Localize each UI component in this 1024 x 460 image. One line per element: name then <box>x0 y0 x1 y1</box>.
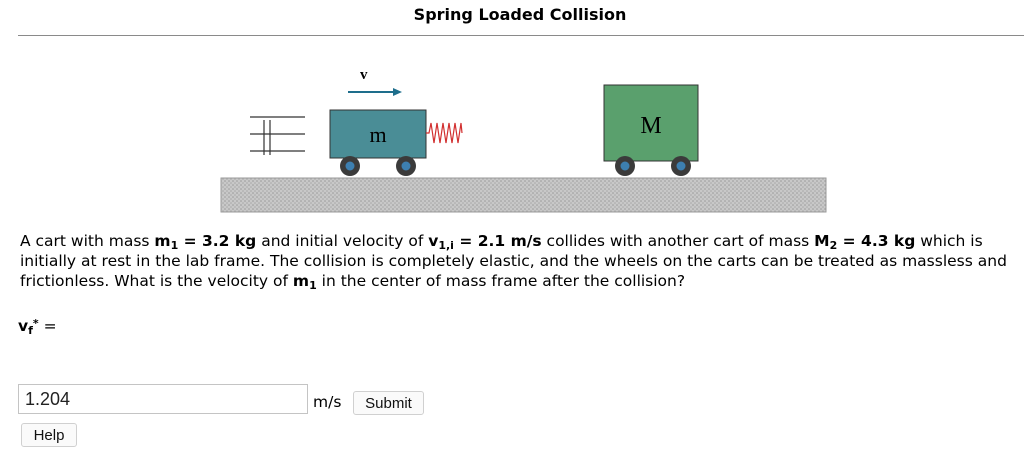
submit-button[interactable]: Submit <box>353 391 424 415</box>
cart-large-wheel-right <box>671 156 691 176</box>
cart-small-wheel-left <box>340 156 360 176</box>
cart-small-wheel-right <box>396 156 416 176</box>
cart-large-wheel-left <box>615 156 635 176</box>
mass-m1: m1 = 3.2 kg <box>154 232 257 252</box>
collision-figure: v m M <box>220 67 827 213</box>
motion-lines <box>250 116 305 155</box>
answer-units: m/s <box>313 393 342 411</box>
cart-large-label: M <box>640 113 661 139</box>
problem-text: A cart with mass m1 = 3.2 kg and initial… <box>20 232 1007 292</box>
mass-m1-ref: m1 <box>292 272 317 292</box>
ground <box>220 177 827 213</box>
velocity-v1i: v1,i = 2.1 m/s <box>428 232 542 252</box>
velocity-arrow-icon <box>348 88 402 96</box>
answer-input[interactable] <box>18 384 308 414</box>
mass-m2: M2 = 4.3 kg <box>814 232 916 252</box>
spring-icon <box>426 122 463 144</box>
velocity-label: v <box>360 67 368 83</box>
answer-variable-label: vf* = <box>18 317 57 337</box>
cart-small-label: m <box>369 122 386 147</box>
help-button[interactable]: Help <box>21 423 77 447</box>
